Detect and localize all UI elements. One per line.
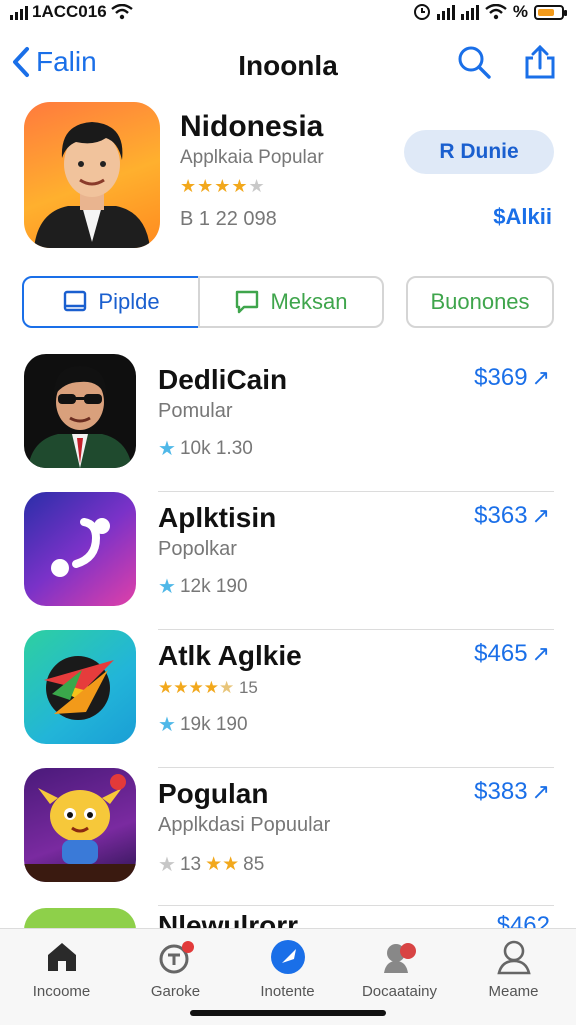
list-item[interactable]: Atlk Aglkie ★★★★★ 15 ★ 19k 190 $465 ↗: [0, 630, 576, 768]
segment-tab-1[interactable]: Piplde: [22, 276, 200, 328]
share-icon[interactable]: [522, 44, 558, 80]
rating-text: 10k 1.30: [179, 437, 253, 459]
profile-icon: [496, 940, 531, 975]
status-left: 1ACC016: [10, 2, 133, 22]
status-right: %: [413, 2, 567, 22]
arrow-icon: ↗: [531, 503, 550, 528]
tab-people[interactable]: Docaatainy: [342, 937, 457, 1000]
people-badge-icon: [383, 943, 416, 973]
avatar-illustration-icon: [34, 122, 150, 248]
app-name: Atlk Aglkie: [158, 640, 302, 671]
carrier-label: 1ACC016: [32, 2, 107, 21]
segment-label: Buonones: [430, 289, 530, 314]
segment-label: Meksan: [270, 289, 348, 314]
arrow-icon: ↗: [531, 365, 550, 390]
vinyl-disc-icon: [24, 630, 136, 744]
star-icon: ★★★★: [158, 678, 219, 697]
app-rating: ★ 13 ★★ 85: [158, 852, 264, 877]
wifi-icon-2: [485, 4, 507, 20]
app-name: Pogulan: [158, 778, 269, 809]
home-indicator[interactable]: [190, 1010, 386, 1016]
stars-count: 15: [238, 678, 258, 697]
star-icon: ★★: [205, 854, 240, 875]
tab-label: Meame: [488, 983, 539, 1000]
app-subtitle: Applkdasi Popuular: [158, 814, 331, 836]
play-icon: [270, 940, 305, 974]
featured-app-name[interactable]: Nidonesia: [180, 110, 323, 144]
star-icon: ★: [158, 438, 176, 460]
segment-tab-2[interactable]: Meksan: [198, 276, 384, 328]
peek-app-name: Nlewulrorr: [158, 910, 299, 928]
app-rating: ★ 12k 190: [158, 574, 248, 599]
tab-home[interactable]: Incoome: [4, 937, 119, 1000]
arrow-icon: ↗: [531, 779, 550, 804]
tab-label: Inotente: [260, 983, 315, 1000]
price-button[interactable]: $369 ↗: [474, 364, 550, 392]
tab-play[interactable]: Inotente: [230, 937, 345, 1000]
location-icon: [413, 4, 430, 20]
battery-icon: [534, 4, 567, 20]
list-item[interactable]: DedliCain Pomular ★ 10k 1.30 $369 ↗: [0, 354, 576, 492]
app-subtitle: Pomular: [158, 400, 233, 422]
segment-label: Piplde: [98, 289, 160, 314]
tab-label: Garoke: [150, 983, 201, 1000]
tab-chat[interactable]: Garoke: [118, 937, 233, 1000]
chat-badge-icon: [159, 941, 194, 974]
star-icon: ★: [158, 714, 176, 736]
star-icon: ★: [158, 854, 176, 876]
tab-label: Incoome: [32, 983, 91, 1000]
cartoon-character-icon: [24, 768, 136, 882]
rating-text: 19k 190: [179, 713, 248, 735]
signal-icon: [10, 4, 28, 20]
tab-label: Docaatainy: [361, 983, 438, 1000]
featured-app-icon[interactable]: [24, 102, 160, 248]
tab-profile[interactable]: Meame: [456, 937, 571, 1000]
price-label: $465: [474, 640, 528, 667]
rating-text: 12k 190: [179, 575, 248, 597]
featured-price[interactable]: $Alkii: [493, 204, 552, 230]
price-button[interactable]: $363 ↗: [474, 502, 550, 530]
app-rating: ★ 19k 190: [158, 712, 248, 737]
app-subtitle: Popolkar: [158, 538, 237, 560]
stars-count: 85: [243, 853, 265, 875]
segment-tab-3[interactable]: Buonones: [406, 276, 554, 328]
book-icon: [64, 290, 87, 312]
featured-app-meta: B 1 22 098: [180, 208, 277, 230]
get-button[interactable]: R Dunie: [404, 130, 554, 174]
app-rating: ★ 10k 1.30: [158, 436, 253, 461]
price-label: $383: [474, 778, 528, 805]
list-item[interactable]: Aplktisin Popolkar ★ 12k 190 $363 ↗: [0, 492, 576, 630]
price-button[interactable]: $465 ↗: [474, 640, 550, 668]
message-icon: [236, 290, 259, 314]
featured-rating-stars: ★★★★★: [180, 176, 266, 196]
star-icon: ★: [218, 678, 235, 697]
list-item[interactable]: Pogulan Applkdasi Popuular ★ 13 ★★ 85 $383 ↗: [0, 768, 576, 906]
star-icon: ★: [158, 576, 176, 598]
arrow-icon: ↗: [531, 641, 550, 666]
signal-icon-3: [460, 4, 479, 20]
status-percent: %: [512, 2, 528, 21]
signal-icon-2: [436, 4, 455, 20]
search-icon[interactable]: [456, 44, 492, 80]
featured-app-subtitle: Applkaia Popular: [180, 147, 324, 168]
nav-bar: Falin Inoonla: [0, 38, 576, 90]
app-name: DedliCain: [158, 364, 288, 395]
price-label: $369: [474, 364, 528, 391]
rating-text: 13: [179, 853, 202, 875]
status-bar: 1ACC016 %: [0, 0, 576, 26]
divider: [158, 905, 554, 906]
price-button[interactable]: $383 ↗: [474, 778, 550, 806]
app-name: Aplktisin: [158, 502, 277, 533]
app-stars-row: ★★★★★ 15: [158, 678, 258, 698]
home-icon: [47, 943, 76, 971]
sunglasses-avatar-icon: [24, 354, 136, 468]
music-note-icon: [24, 492, 136, 606]
price-label: $363: [474, 502, 528, 529]
wifi-icon: [110, 4, 133, 20]
peek-price: $462: [496, 912, 550, 928]
